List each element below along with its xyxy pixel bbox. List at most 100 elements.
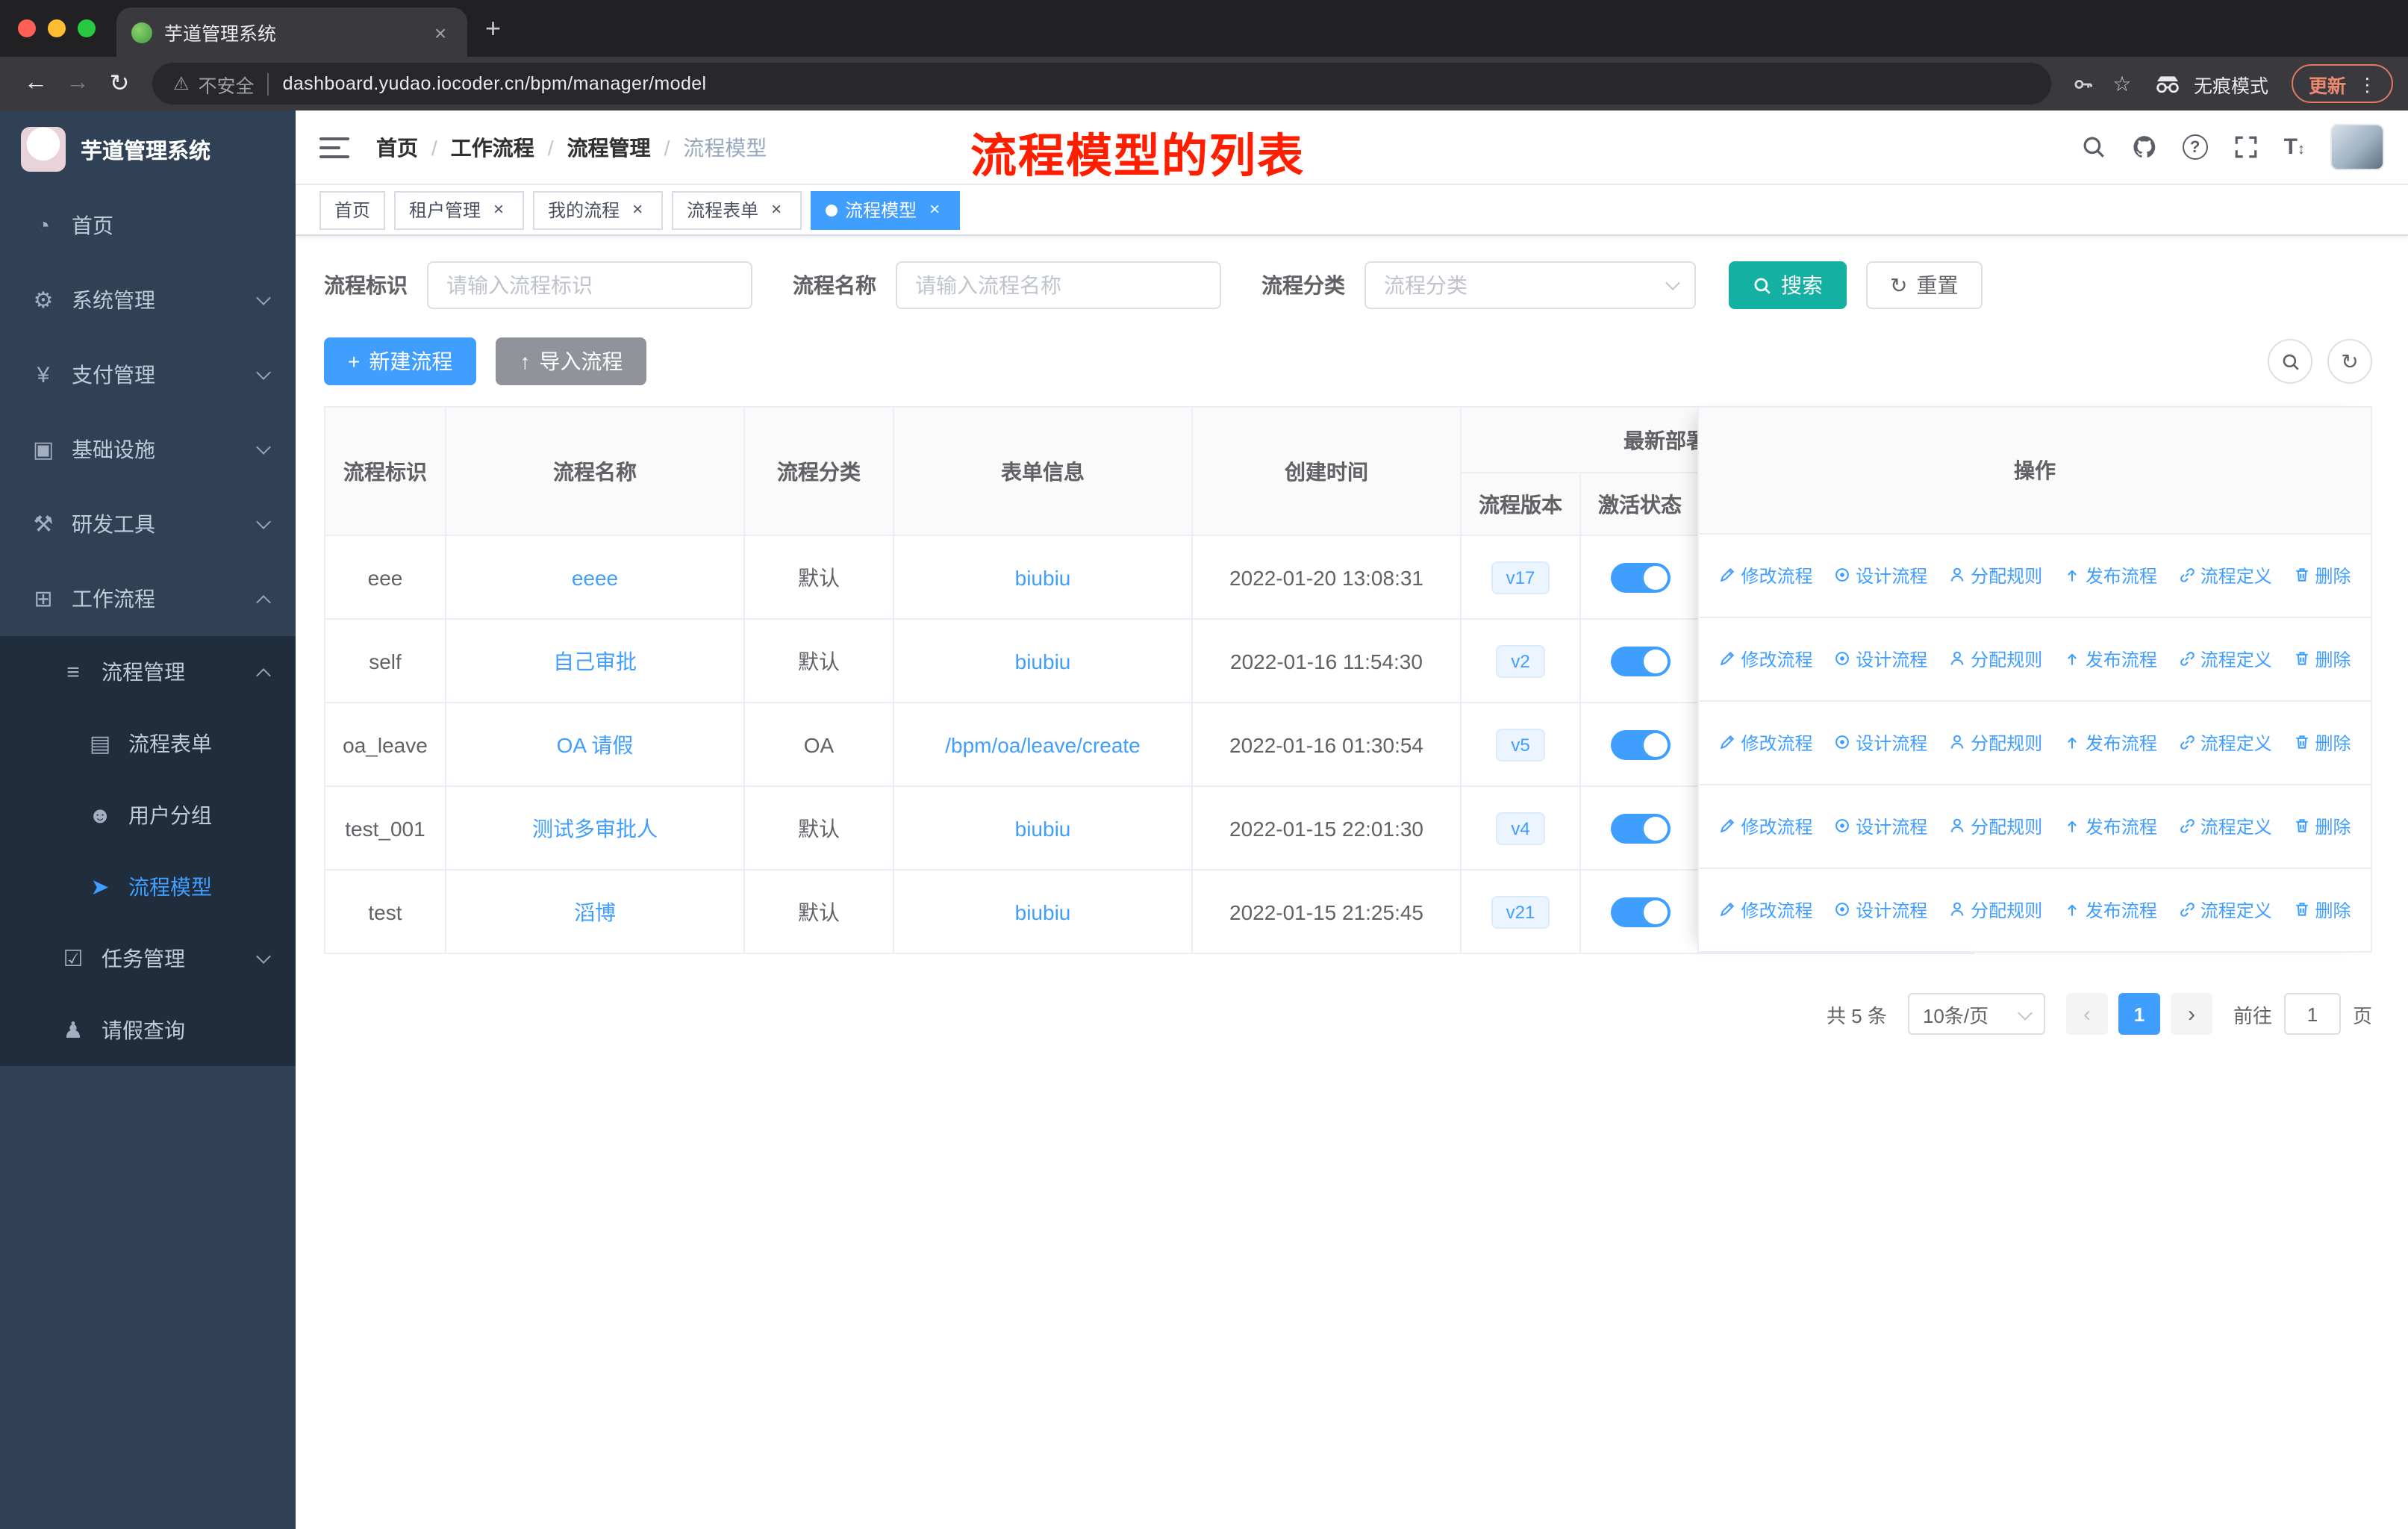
process-name-link[interactable]: 自己审批 [553,649,637,673]
sidebar-item-process-management[interactable]: ≡ 流程管理 [0,636,296,708]
active-toggle[interactable] [1610,729,1670,759]
browser-tab[interactable]: 芋道管理系统 × [116,7,467,57]
publish-process-link[interactable]: 发布流程 [2063,730,2157,756]
form-info-link[interactable]: biubiu [1015,649,1071,673]
delete-process-link[interactable]: 删除 [2293,647,2351,672]
design-process-link[interactable]: 设计流程 [1833,563,1927,588]
new-tab-button[interactable]: + [485,13,501,45]
modify-process-link[interactable]: 修改流程 [1718,814,1812,839]
forward-button[interactable]: → [57,63,99,105]
publish-process-link[interactable]: 发布流程 [2063,897,2157,923]
browser-menu-icon[interactable]: ⋮ [2358,72,2377,95]
window-close-button[interactable] [18,19,36,37]
assign-rule-link[interactable]: 分配规则 [1948,730,2042,756]
delete-process-link[interactable]: 删除 [2293,897,2351,923]
process-key-input[interactable] [427,261,752,309]
tag-process-model[interactable]: 流程模型 × [811,190,961,229]
modify-process-link[interactable]: 修改流程 [1718,647,1812,672]
process-name-link[interactable]: 测试多审批人 [532,816,658,840]
sidebar-item-infrastructure[interactable]: ▣ 基础设施 [0,412,296,487]
active-toggle[interactable] [1610,646,1670,676]
sidebar-item-process-form[interactable]: ▤ 流程表单 [0,708,296,779]
process-definition-link[interactable]: 流程定义 [2178,730,2272,756]
sidebar-item-user-group[interactable]: ☻ 用户分组 [0,779,296,851]
bookmark-star-icon[interactable]: ☆ [2103,64,2142,103]
address-bar[interactable]: ⚠ 不安全 dashboard.yudao.iocoder.cn/bpm/man… [152,63,2052,105]
sidebar-item-system[interactable]: ⚙ 系统管理 [0,263,296,337]
github-icon[interactable] [2132,134,2157,160]
breadcrumb-process-management[interactable]: 流程管理 [567,132,651,162]
process-definition-link[interactable]: 流程定义 [2178,647,2272,672]
import-process-button[interactable]: ↑ 导入流程 [496,337,647,385]
help-icon[interactable]: ? [2182,134,2208,160]
close-icon[interactable]: × [766,199,787,220]
refresh-table-button[interactable]: ↻ [2327,339,2372,384]
sidebar-item-home[interactable]: ◔ 首页 [0,188,296,263]
breadcrumb-workflow[interactable]: 工作流程 [451,132,534,162]
sidebar-item-workflow[interactable]: ⊞ 工作流程 [0,561,296,636]
close-icon[interactable]: × [627,199,648,220]
process-definition-link[interactable]: 流程定义 [2178,814,2272,839]
assign-rule-link[interactable]: 分配规则 [1948,814,2042,839]
tag-home[interactable]: 首页 [319,190,386,229]
create-process-button[interactable]: + 新建流程 [324,337,477,385]
delete-process-link[interactable]: 删除 [2293,563,2351,588]
publish-process-link[interactable]: 发布流程 [2063,647,2157,672]
search-button[interactable]: 搜索 [1729,261,1847,309]
modify-process-link[interactable]: 修改流程 [1718,730,1812,756]
form-info-link[interactable]: biubiu [1015,900,1071,924]
user-avatar[interactable] [2330,124,2384,170]
publish-process-link[interactable]: 发布流程 [2063,563,2157,588]
sidebar-item-task-management[interactable]: ☑ 任务管理 [0,923,296,994]
password-key-icon[interactable] [2064,64,2103,103]
sidebar-item-process-model[interactable]: ➤ 流程模型 [0,851,296,923]
page-size-select[interactable]: 10条/页 [1907,993,2045,1035]
process-name-link[interactable]: OA 请假 [557,732,634,756]
assign-rule-link[interactable]: 分配规则 [1948,563,2042,588]
chrome-update-button[interactable]: 更新 ⋮ [2292,64,2393,103]
window-minimize-button[interactable] [48,19,66,37]
publish-process-link[interactable]: 发布流程 [2063,814,2157,839]
design-process-link[interactable]: 设计流程 [1833,897,1927,923]
fullscreen-icon[interactable] [2233,134,2259,160]
active-toggle[interactable] [1610,897,1670,927]
prev-page-button[interactable]: ‹ [2065,993,2108,1035]
collapse-menu-icon[interactable] [319,137,349,158]
reset-button[interactable]: ↻ 重置 [1866,261,1983,309]
design-process-link[interactable]: 设计流程 [1833,814,1927,839]
close-icon[interactable]: × [488,199,509,220]
page-number-1[interactable]: 1 [2118,993,2160,1035]
process-category-select[interactable]: 流程分类 [1364,261,1696,309]
assign-rule-link[interactable]: 分配规则 [1948,897,2042,923]
delete-process-link[interactable]: 删除 [2293,814,2351,839]
design-process-link[interactable]: 设计流程 [1833,730,1927,756]
process-definition-link[interactable]: 流程定义 [2178,897,2272,923]
form-info-link[interactable]: /bpm/oa/leave/create [945,732,1141,756]
tag-tenant[interactable]: 租户管理 × [394,190,525,229]
sidebar-item-leave-query[interactable]: ♟ 请假查询 [0,994,296,1066]
search-icon[interactable] [2081,134,2106,160]
sidebar-item-payment[interactable]: ¥ 支付管理 [0,337,296,412]
goto-page-input[interactable] [2283,993,2341,1035]
form-info-link[interactable]: biubiu [1015,816,1071,840]
modify-process-link[interactable]: 修改流程 [1718,563,1812,588]
process-name-link[interactable]: 滔博 [574,900,616,924]
process-definition-link[interactable]: 流程定义 [2178,563,2272,588]
back-button[interactable]: ← [15,63,57,105]
breadcrumb-home[interactable]: 首页 [376,132,418,162]
modify-process-link[interactable]: 修改流程 [1718,897,1812,923]
font-size-icon[interactable]: T↕ [2284,134,2305,160]
form-info-link[interactable]: biubiu [1015,565,1071,589]
next-page-button[interactable]: › [2170,993,2212,1035]
close-icon[interactable]: × [924,199,945,220]
window-zoom-button[interactable] [78,19,96,37]
process-name-input[interactable] [896,261,1221,309]
tag-my-process[interactable]: 我的流程 × [533,190,664,229]
toggle-search-button[interactable] [2268,339,2312,384]
tab-close-icon[interactable]: × [428,20,452,44]
active-toggle[interactable] [1610,562,1670,592]
reload-button[interactable]: ↻ [99,63,140,105]
delete-process-link[interactable]: 删除 [2293,730,2351,756]
sidebar-item-devtools[interactable]: ⚒ 研发工具 [0,487,296,561]
design-process-link[interactable]: 设计流程 [1833,647,1927,672]
